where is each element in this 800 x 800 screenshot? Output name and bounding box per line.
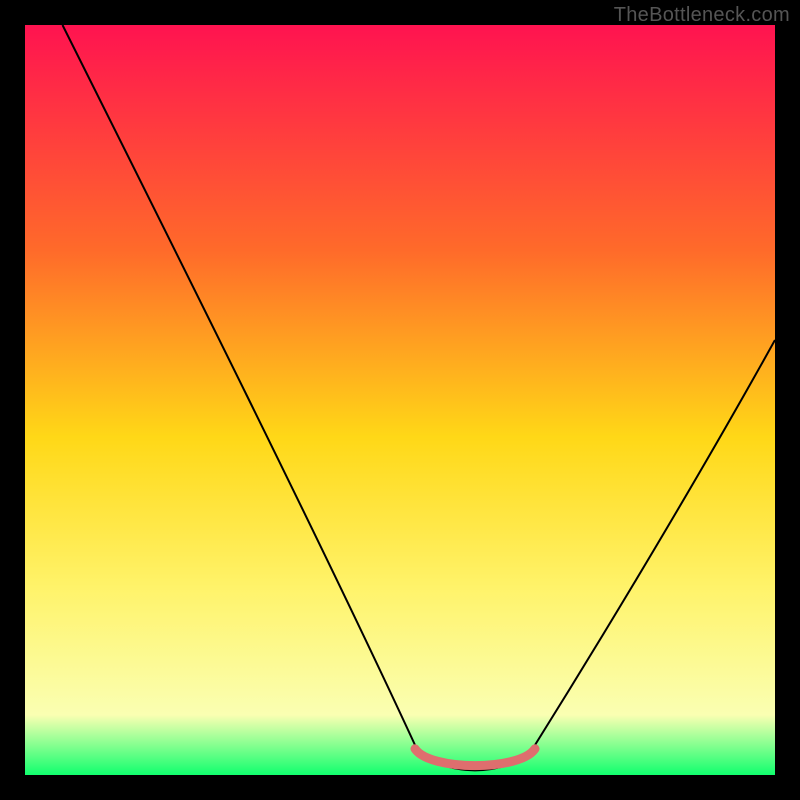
bottleneck-chart [25,25,775,775]
chart-background [25,25,775,775]
chart-container [25,25,775,775]
watermark-text: TheBottleneck.com [614,4,790,27]
